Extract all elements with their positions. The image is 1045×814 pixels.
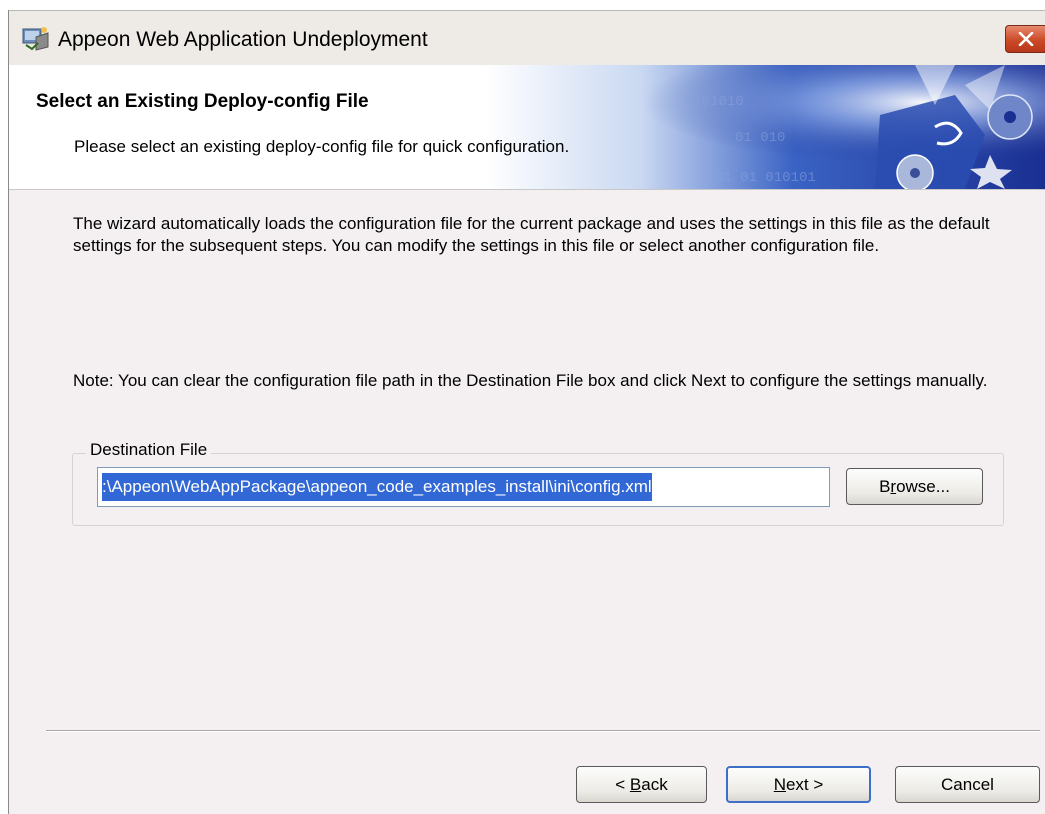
description-text: The wizard automatically loads the confi… — [73, 214, 990, 255]
destination-file-input[interactable]: :\Appeon\WebAppPackage\appeon_code_examp… — [97, 467, 830, 507]
back-button[interactable]: < Back — [576, 766, 707, 803]
svg-text:0101010: 0101010 — [685, 94, 744, 110]
header-banner: 0101010 01 010 01 01 010101 — [485, 65, 1045, 189]
note-text: Note: You can clear the configuration fi… — [73, 371, 988, 390]
window-title: Appeon Web Application Undeployment — [58, 28, 428, 51]
close-icon — [1018, 32, 1034, 46]
page-subtitle: Please select an existing deploy-config … — [74, 137, 570, 156]
wizard-header: 0101010 01 010 01 01 010101 Select an Ex… — [9, 65, 1045, 190]
back-label-pre: < — [615, 775, 630, 794]
browse-label-pre: B — [879, 477, 891, 496]
close-button[interactable] — [1005, 25, 1045, 53]
cancel-button[interactable]: Cancel — [895, 766, 1040, 803]
next-label-key: N — [773, 775, 786, 794]
title-bar: Appeon Web Application Undeployment — [9, 10, 1045, 65]
svg-text:01 01 010101: 01 01 010101 — [715, 170, 816, 186]
next-button[interactable]: Next > — [726, 766, 871, 803]
back-label-key: B — [629, 775, 642, 794]
back-label-post: ack — [641, 775, 668, 794]
destination-file-value: :\Appeon\WebAppPackage\appeon_code_examp… — [102, 473, 652, 501]
footer-separator — [46, 730, 1040, 732]
wizard-window: Appeon Web Application Undeployment 0101… — [8, 10, 1045, 814]
destination-label: Destination File — [86, 440, 212, 460]
next-label-post: ext > — [785, 775, 824, 794]
page-title: Select an Existing Deploy-config File — [36, 91, 369, 112]
browse-label-post: owse... — [896, 477, 950, 496]
svg-text:01 010: 01 010 — [735, 130, 785, 146]
app-icon — [22, 25, 50, 51]
browse-button[interactable]: Browse... — [846, 468, 983, 505]
